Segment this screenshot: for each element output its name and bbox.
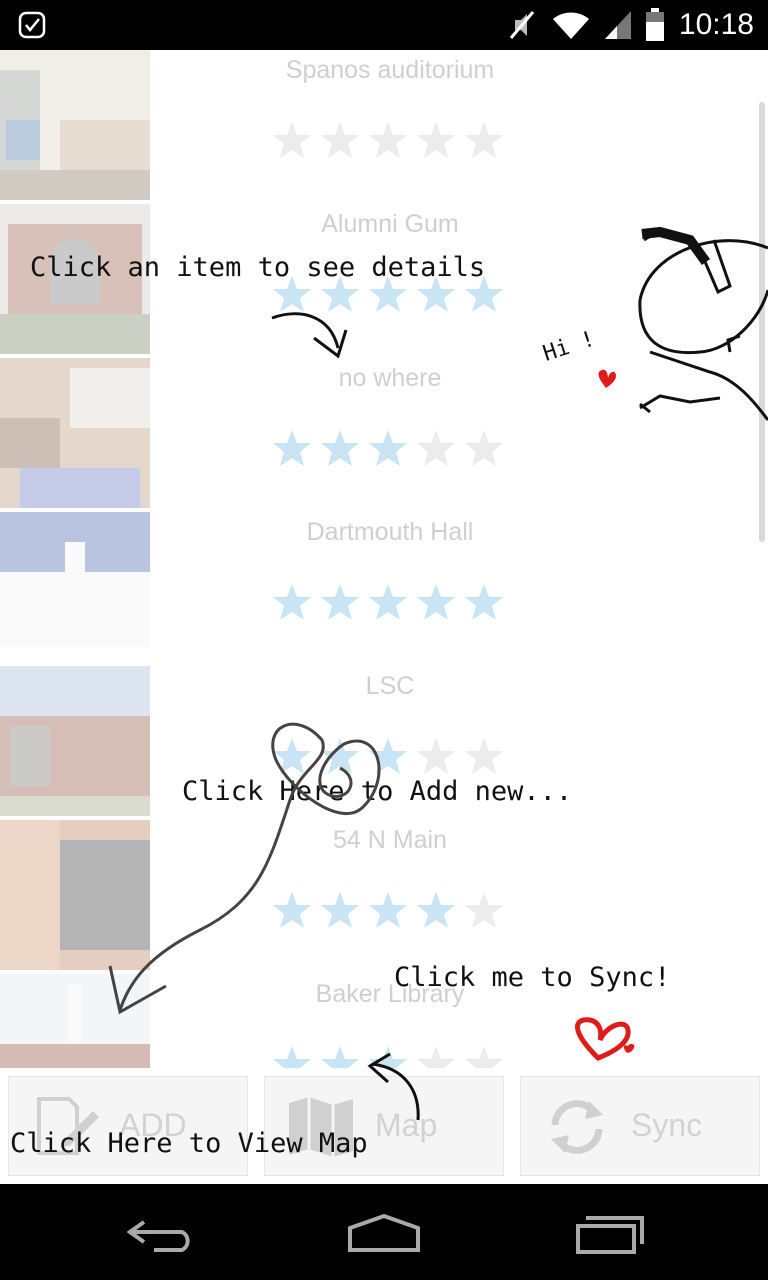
rating-stars: [272, 736, 504, 776]
star-empty-icon: [369, 122, 407, 158]
place-thumbnail: [0, 50, 150, 200]
star-filled-icon: [321, 1046, 359, 1068]
list-item[interactable]: Baker Library: [0, 974, 768, 1068]
star-empty-icon: [465, 430, 503, 466]
item-title: 54 N Main: [333, 826, 447, 854]
item-title: LSC: [365, 672, 415, 700]
rating-stars: [272, 120, 504, 160]
list-item[interactable]: Spanos auditorium: [0, 50, 768, 205]
wifi-icon: [552, 12, 589, 39]
star-empty-icon: [465, 738, 503, 774]
star-filled-icon: [273, 892, 311, 928]
recent-apps-icon[interactable]: [574, 1214, 646, 1254]
star-filled-icon: [273, 1046, 311, 1068]
item-title: Dartmouth Hall: [306, 518, 474, 546]
list-item[interactable]: no where: [0, 358, 768, 513]
rating-stars: [272, 274, 504, 314]
star-empty-icon: [417, 122, 455, 158]
star-empty-icon: [273, 122, 311, 158]
add-button-label: ADD: [119, 1107, 187, 1143]
home-icon[interactable]: [346, 1214, 422, 1254]
item-title: Baker Library: [315, 980, 465, 1008]
star-filled-icon: [321, 430, 359, 466]
place-thumbnail: [0, 512, 150, 662]
add-button[interactable]: ADD: [8, 1076, 248, 1176]
star-empty-icon: [321, 122, 359, 158]
star-filled-icon: [369, 584, 407, 620]
rating-stars: [272, 1044, 504, 1068]
sync-button-label: Sync: [631, 1107, 703, 1143]
star-filled-icon: [273, 584, 311, 620]
list-item[interactable]: 54 N Main: [0, 820, 768, 975]
rating-stars: [272, 582, 504, 622]
edit-icon: [37, 1097, 99, 1155]
star-filled-icon: [417, 584, 455, 620]
place-thumbnail: [0, 204, 150, 354]
star-filled-icon: [273, 430, 311, 466]
status-bar: 10:18: [0, 0, 768, 50]
star-filled-icon: [273, 276, 311, 312]
star-filled-icon: [369, 430, 407, 466]
star-filled-icon: [369, 892, 407, 928]
battery-icon: [645, 8, 664, 41]
clock: 10:18: [678, 8, 754, 41]
scrollbar[interactable]: [759, 102, 765, 542]
place-thumbnail: [0, 358, 150, 508]
place-thumbnail: [0, 666, 150, 816]
map-icon: [289, 1097, 353, 1157]
place-thumbnail: [0, 974, 150, 1068]
star-filled-icon: [321, 892, 359, 928]
sync-button[interactable]: Sync: [520, 1076, 760, 1176]
star-empty-icon: [465, 892, 503, 928]
star-filled-icon: [369, 276, 407, 312]
map-button-label: Map: [375, 1107, 438, 1143]
item-title: no where: [338, 364, 442, 392]
sync-icon: [551, 1100, 603, 1154]
places-list: Spanos auditorium Alumni Gum no where Da…: [0, 50, 768, 1068]
signal-icon: [604, 11, 631, 39]
rating-stars: [272, 890, 504, 930]
star-empty-icon: [417, 738, 455, 774]
star-filled-icon: [321, 738, 359, 774]
star-filled-icon: [321, 584, 359, 620]
star-empty-icon: [465, 1046, 503, 1068]
rating-stars: [272, 428, 504, 468]
star-empty-icon: [465, 122, 503, 158]
star-filled-icon: [369, 738, 407, 774]
mute-icon: [509, 11, 535, 39]
place-thumbnail: [0, 820, 150, 970]
list-item[interactable]: Alumni Gum: [0, 204, 768, 359]
map-button[interactable]: Map: [264, 1076, 504, 1176]
star-filled-icon: [465, 276, 503, 312]
bottom-action-bar: ADD Map Sync: [0, 1068, 768, 1184]
star-filled-icon: [465, 584, 503, 620]
star-filled-icon: [273, 738, 311, 774]
star-filled-icon: [369, 1046, 407, 1068]
back-icon[interactable]: [124, 1214, 196, 1254]
star-filled-icon: [417, 892, 455, 928]
item-title: Alumni Gum: [321, 210, 459, 238]
star-filled-icon: [321, 276, 359, 312]
navigation-bar: [0, 1184, 768, 1280]
star-empty-icon: [417, 430, 455, 466]
list-item[interactable]: LSC: [0, 666, 768, 821]
check-box-icon: [18, 11, 46, 39]
star-filled-icon: [417, 276, 455, 312]
star-empty-icon: [417, 1046, 455, 1068]
list-item[interactable]: Dartmouth Hall: [0, 512, 768, 667]
item-title: Spanos auditorium: [285, 56, 495, 84]
